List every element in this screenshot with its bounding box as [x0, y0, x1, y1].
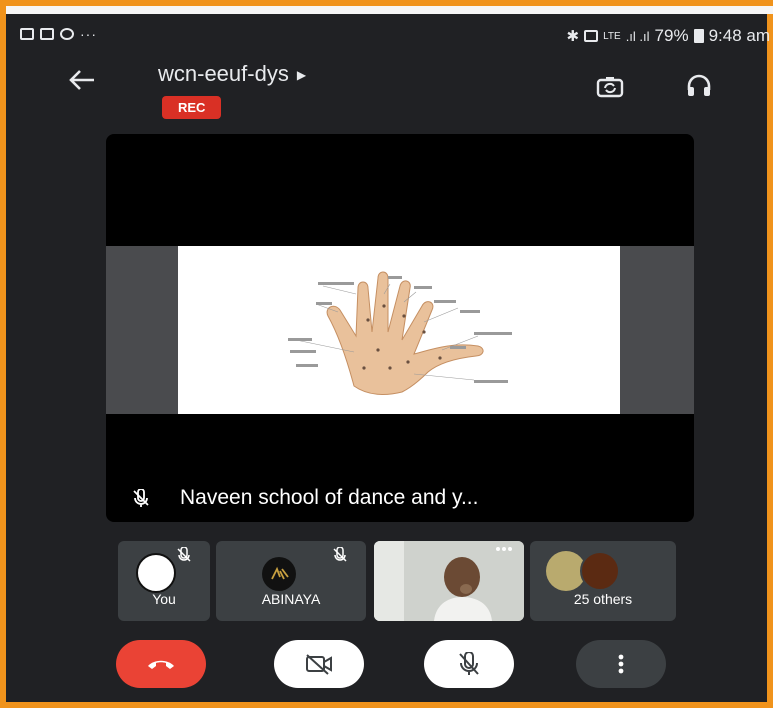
participant-video-image [374, 541, 524, 621]
network-type: LTE [603, 30, 621, 42]
app-frame: ··· ✱ LTE .ıl .ıl 79% 9:48 am wcn-eeuf-d… [0, 0, 773, 708]
avatar [580, 551, 620, 591]
headphones-icon [687, 74, 711, 96]
status-system-icons: ✱ LTE .ıl .ıl 79% 9:48 am [567, 26, 771, 46]
mic-off-icon [177, 547, 191, 562]
shared-slide [178, 246, 620, 414]
info-notification-icon [60, 28, 74, 40]
presenter-caption: Naveen school of dance and y... [132, 486, 478, 510]
caret-right-icon: ▶ [296, 68, 307, 83]
camera-toggle-button[interactable] [274, 640, 364, 688]
participant-tile-you[interactable]: You [118, 541, 210, 621]
mail-notification-icon [40, 28, 54, 40]
camera-switch-button[interactable] [596, 76, 624, 98]
more-options-button[interactable] [576, 640, 666, 688]
meeting-code: wcn-eeuf-dys [158, 61, 289, 86]
status-time: 9:48 am [708, 26, 770, 45]
participant-label: ABINAYA [261, 591, 321, 607]
meeting-header: wcn-eeuf-dys ▶ REC [6, 56, 773, 126]
end-call-button[interactable] [116, 640, 206, 688]
cast-icon [584, 30, 599, 42]
mic-off-icon [333, 547, 347, 562]
top-edge [6, 6, 773, 14]
more-vert-icon [618, 654, 624, 674]
participant-tile-abinaya[interactable]: ABINAYA [216, 541, 366, 621]
mic-off-icon [459, 652, 479, 675]
camera-off-icon [306, 654, 332, 675]
status-bar: ··· ✱ LTE .ıl .ıl 79% 9:48 am [20, 26, 770, 48]
call-controls [6, 634, 773, 694]
mic-toggle-button[interactable] [424, 640, 514, 688]
participant-video-tile[interactable] [374, 541, 524, 621]
mic-off-icon [133, 489, 149, 507]
rec-badge: REC [162, 96, 222, 119]
participant-label: 25 others [573, 591, 633, 607]
phone-hangup-icon [148, 660, 174, 669]
avatar [136, 553, 176, 593]
battery-icon [693, 29, 704, 43]
participant-label: You [152, 591, 176, 607]
audio-output-button[interactable] [686, 74, 712, 98]
camera-switch-icon [596, 77, 624, 98]
hand-diagram-image [288, 271, 512, 395]
gallery-notification-icon [20, 28, 34, 40]
bluetooth-icon: ✱ [566, 28, 580, 45]
participant-tile-others[interactable]: 25 others [530, 541, 676, 621]
status-notification-icons: ··· [20, 26, 97, 42]
back-button[interactable] [68, 68, 96, 98]
overflow-dots: ··· [80, 26, 97, 42]
battery-percent: 79% [654, 26, 689, 45]
presenter-name: Naveen school of dance and y... [180, 486, 479, 509]
arrow-left-icon [69, 70, 94, 90]
abinaya-logo-icon [271, 566, 289, 580]
meeting-title[interactable]: wcn-eeuf-dys ▶ [158, 61, 306, 87]
participant-strip: You ABINAYA 25 others [118, 541, 678, 621]
avatar [262, 557, 296, 591]
signal-icon: .ıl .ıl [625, 28, 650, 44]
presentation-tile[interactable]: Naveen school of dance and y... [106, 134, 694, 522]
